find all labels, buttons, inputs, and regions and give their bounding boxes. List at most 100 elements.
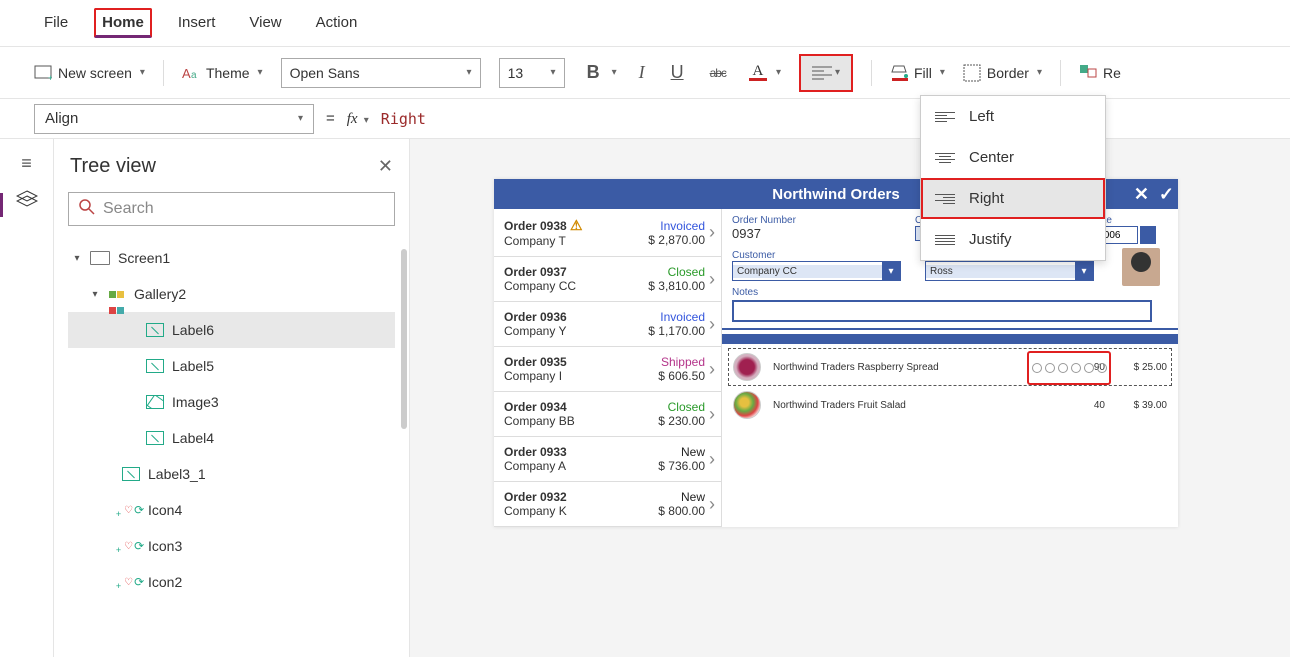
selection-handles[interactable] [1027, 351, 1111, 385]
canvas[interactable]: Northwind Orders ✕ ✓ Order 0938 ⚠Company… [410, 139, 1290, 657]
chevron-down-icon: ▾ [364, 115, 369, 126]
order-row[interactable]: Order 0938 ⚠Company TInvoiced$ 2,870.00› [494, 209, 721, 257]
tree-node-label6[interactable]: Label6 [68, 312, 395, 348]
font-color-button[interactable]: A ▾ [748, 64, 781, 82]
collapse-icon[interactable]: ▾ [90, 289, 100, 300]
align-center-icon [935, 153, 955, 163]
menu-tabs: File Home Insert View Action [0, 0, 1290, 47]
menu-insert[interactable]: Insert [170, 8, 224, 38]
scrollbar[interactable] [401, 249, 407, 429]
close-panel-button[interactable]: ✕ [378, 156, 393, 177]
tree-node-label3_1[interactable]: Label3_1 [68, 456, 395, 492]
chevron-down-icon: ▾ [140, 67, 145, 78]
bold-button[interactable]: B▾ [583, 62, 617, 83]
left-rail: ≡ [0, 139, 54, 657]
order-date-picker[interactable] [1098, 226, 1168, 244]
tree-node-image3[interactable]: Image3 [68, 384, 395, 420]
border-button[interactable]: Border ▾ [963, 64, 1042, 82]
property-select[interactable]: Align ▾ [34, 104, 314, 134]
order-row[interactable]: Order 0937Company CCClosed$ 3,810.00› [494, 257, 721, 302]
reorder-icon [1079, 64, 1097, 82]
formula-input[interactable]: Right [381, 110, 426, 128]
cancel-icon[interactable]: ✕ [1134, 184, 1149, 205]
powerapps-icon-icon: +♡⟳ [122, 538, 140, 554]
tree-node-label4[interactable]: Label4 [68, 420, 395, 456]
line-item-row-selected[interactable]: Northwind Traders Raspberry Spread 90 $ … [728, 348, 1172, 386]
tree-node-icon3[interactable]: +♡⟳ Icon3 [68, 528, 395, 564]
order-row[interactable]: Order 0934Company BBClosed$ 230.00› [494, 392, 721, 437]
calendar-icon[interactable] [1140, 226, 1156, 244]
font-color-icon: A [748, 64, 768, 82]
fill-button[interactable]: Fill ▾ [890, 64, 945, 82]
order-row[interactable]: Order 0933Company ANew$ 736.00› [494, 437, 721, 482]
tree-node-screen1[interactable]: ▾ Screen1 [68, 240, 395, 276]
notes-input[interactable] [732, 300, 1152, 322]
align-left-item[interactable]: Left [921, 96, 1105, 137]
strikethrough-button[interactable]: abc [706, 66, 730, 80]
orders-gallery[interactable]: Order 0938 ⚠Company TInvoiced$ 2,870.00›… [494, 209, 722, 527]
chevron-right-icon: › [709, 404, 715, 425]
product-image [733, 391, 761, 419]
tree-view-title: Tree view [70, 155, 156, 178]
hamburger-icon[interactable]: ≡ [21, 153, 32, 174]
powerapps-icon-icon: +♡⟳ [122, 502, 140, 518]
align-center-item[interactable]: Center [921, 137, 1105, 178]
menu-home[interactable]: Home [94, 8, 152, 38]
align-right-icon [935, 194, 955, 204]
theme-button[interactable]: Aa Theme ▾ [182, 64, 263, 82]
fx-button[interactable]: fx ▾ [347, 110, 369, 128]
chevron-right-icon: › [709, 314, 715, 335]
tree-node-gallery2[interactable]: ▾ Gallery2 [68, 276, 395, 312]
align-justify-item[interactable]: Justify [921, 219, 1105, 260]
chevron-down-icon: ▾ [776, 67, 781, 78]
svg-text:A: A [182, 66, 191, 81]
line-item-row[interactable]: Northwind Traders Fruit Salad 40 $ 39.00 [728, 386, 1172, 424]
order-row[interactable]: Order 0936Company YInvoiced$ 1,170.00› [494, 302, 721, 347]
employee-avatar [1122, 248, 1160, 286]
customer-combobox[interactable]: Company CC▾ [732, 261, 901, 281]
employee-combobox[interactable]: Ross▾ [925, 261, 1094, 281]
svg-text:+: + [48, 73, 52, 81]
tree-node-icon4[interactable]: +♡⟳ Icon4 [68, 492, 395, 528]
product-name: Northwind Traders Raspberry Spread [773, 362, 1063, 373]
font-name-select[interactable]: Open Sans ▾ [281, 58, 481, 88]
product-price-label[interactable]: $ 25.00 [1117, 362, 1167, 373]
chevron-down-icon: ▾ [1075, 262, 1093, 280]
reorder-button[interactable]: Re [1079, 64, 1121, 82]
label-icon [146, 431, 164, 445]
menu-view[interactable]: View [241, 8, 289, 38]
confirm-icon[interactable]: ✓ [1159, 184, 1174, 205]
chevron-down-icon: ▾ [835, 67, 840, 78]
menu-action[interactable]: Action [308, 8, 366, 38]
product-qty: 40 [1075, 400, 1105, 411]
tree-search-input[interactable]: Search [68, 192, 395, 226]
order-row[interactable]: Order 0935Company IShipped$ 606.50› [494, 347, 721, 392]
italic-button[interactable]: I [635, 62, 649, 83]
menu-file[interactable]: File [36, 8, 76, 38]
powerapps-icon-icon: +♡⟳ [122, 574, 140, 590]
tree-node-icon2[interactable]: +♡⟳ Icon2 [68, 564, 395, 600]
font-size-select[interactable]: 13 ▾ [499, 58, 565, 88]
image-icon [146, 395, 164, 409]
align-right-item[interactable]: Right [921, 178, 1105, 219]
gallery-icon [108, 285, 126, 303]
underline-button[interactable]: U [667, 62, 688, 83]
tree-view-rail-button[interactable] [16, 190, 38, 213]
chevron-right-icon: › [709, 449, 715, 470]
align-left-icon [935, 112, 955, 122]
chevron-down-icon: ▾ [551, 67, 556, 78]
collapse-icon[interactable]: ▾ [72, 253, 82, 264]
order-row[interactable]: Order 0932Company KNew$ 800.00› [494, 482, 721, 527]
equals-sign: = [326, 110, 335, 127]
align-dropdown-menu: Left Center Right Justify [920, 95, 1106, 261]
product-image [733, 353, 761, 381]
line-items-gallery[interactable]: Northwind Traders Raspberry Spread 90 $ … [722, 344, 1178, 428]
theme-icon: Aa [182, 64, 200, 82]
align-lines-icon [812, 65, 832, 81]
new-screen-button[interactable]: + New screen ▾ [34, 64, 145, 82]
tree-node-label5[interactable]: Label5 [68, 348, 395, 384]
text-align-button[interactable]: ▾ [799, 54, 853, 92]
chevron-right-icon: › [709, 222, 715, 243]
field-label: ate [1098, 215, 1168, 226]
align-justify-icon [935, 235, 955, 245]
